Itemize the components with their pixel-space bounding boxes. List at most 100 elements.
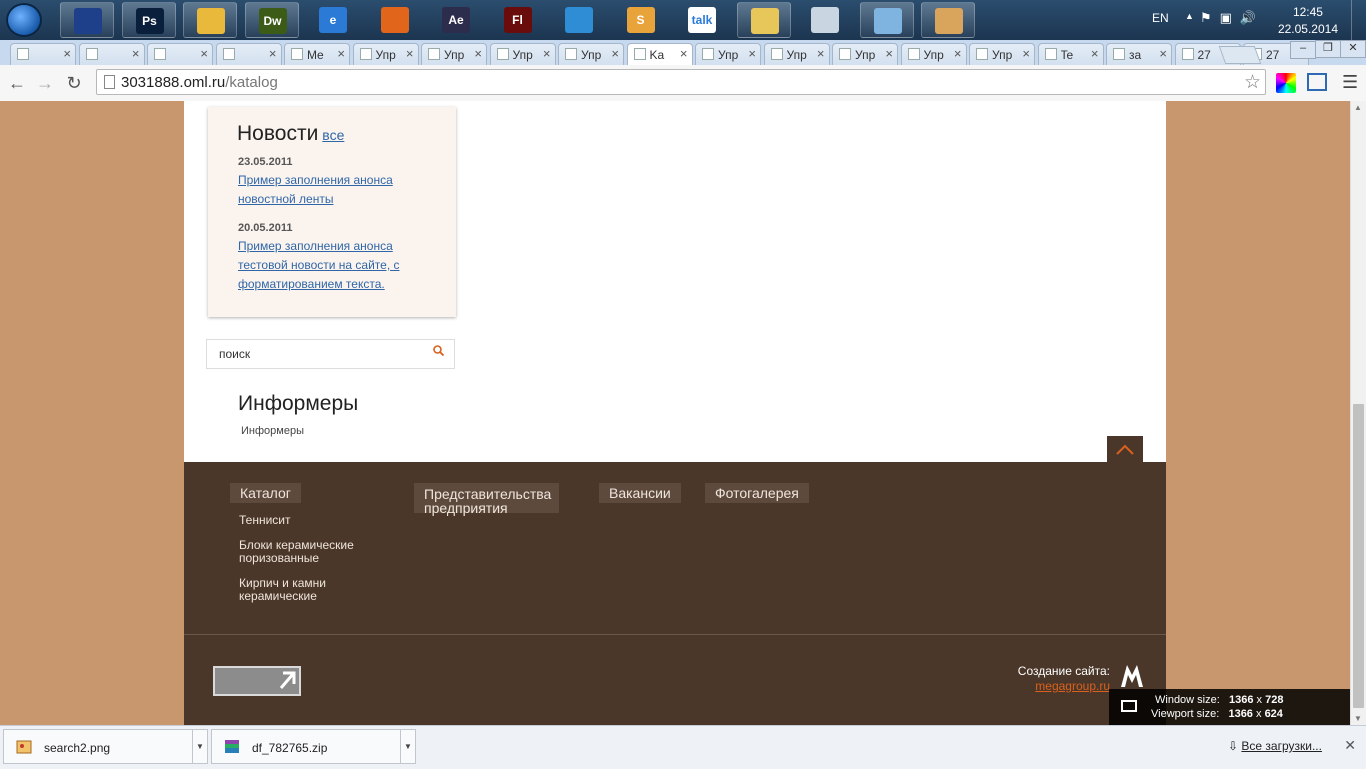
tab-close-icon[interactable]: × (817, 46, 825, 61)
talk-app[interactable]: talk (675, 2, 729, 38)
notes-app[interactable]: S (614, 2, 668, 38)
tab-close-icon[interactable]: × (132, 46, 140, 61)
footer-submenu-item[interactable]: Блоки керамические поризованные (239, 539, 389, 565)
language-indicator[interactable]: EN (1152, 11, 1169, 25)
window-size-row: Window size: 1366 x 728 (1155, 694, 1284, 706)
media-app[interactable] (552, 2, 606, 38)
url-text[interactable]: 3031888.oml.ru/katalog (121, 74, 278, 91)
tab-close-icon[interactable]: × (269, 46, 277, 61)
tab-close-icon[interactable]: × (611, 46, 619, 61)
news-link[interactable]: Пример заполнения анонса тестовой новост… (238, 237, 428, 294)
ie-app[interactable]: e (306, 2, 360, 38)
forward-arrow-icon[interactable]: → (34, 72, 56, 94)
footer-submenu-item[interactable]: Теннисит (239, 514, 389, 527)
paint-app[interactable] (921, 2, 975, 38)
tab-close-icon[interactable]: × (543, 46, 551, 61)
browser-tab[interactable]: Упр × (489, 43, 556, 65)
download-item[interactable]: df_782765.zip ▼ (211, 729, 416, 764)
all-downloads-link[interactable]: Все загрузки... (1241, 739, 1322, 753)
browser-tab[interactable]: Упр × (421, 43, 487, 65)
tab-close-icon[interactable]: × (748, 46, 756, 61)
back-arrow-icon[interactable]: ← (6, 72, 28, 94)
tab-close-icon[interactable]: × (954, 46, 962, 61)
browser-tab[interactable]: × (215, 43, 282, 65)
tab-close-icon[interactable]: × (1091, 46, 1099, 61)
browser-tab[interactable]: Упр × (558, 43, 624, 65)
browser-tab[interactable]: × (78, 43, 145, 65)
informers-title: Информеры (238, 392, 359, 415)
scrollbar-thumb[interactable] (1353, 404, 1364, 708)
tab-close-icon[interactable]: × (1022, 46, 1030, 61)
browser-tab[interactable]: Me × (284, 43, 350, 65)
tray-icons[interactable]: ⚑▣🔊 (1200, 10, 1264, 26)
tab-close-icon[interactable]: × (337, 46, 345, 61)
page-scrollbar[interactable]: ▲ ▼ (1350, 101, 1366, 725)
address-bar[interactable]: 3031888.oml.ru/katalog ☆ (96, 69, 1266, 95)
scroll-up-icon[interactable]: ▲ (1354, 103, 1362, 112)
dreamweaver-app[interactable]: Dw (244, 2, 299, 38)
all-downloads[interactable]: ⇩ Все загрузки... (1228, 739, 1322, 753)
browser-tab[interactable]: Te × (1037, 43, 1104, 65)
footer-menu-vacancies[interactable]: Вакансии (599, 483, 681, 503)
browser-tab[interactable]: × (147, 43, 213, 65)
tab-favicon-icon (976, 48, 988, 60)
tab-close-icon[interactable]: × (200, 46, 208, 61)
search-input[interactable] (217, 346, 421, 362)
tab-close-icon[interactable]: × (885, 46, 893, 61)
minimize-button[interactable]: – (1290, 41, 1316, 59)
tab-close-icon[interactable]: × (474, 46, 482, 61)
search-icon[interactable] (433, 345, 444, 356)
show-desktop-button[interactable] (1351, 0, 1366, 40)
firefox-app[interactable] (368, 2, 422, 38)
download-item[interactable]: search2.png ▼ (3, 729, 208, 764)
restore-button[interactable]: ❐ (1315, 40, 1341, 58)
creator-link[interactable]: megagroup.ru (1035, 679, 1110, 693)
start-button[interactable] (6, 3, 42, 37)
tab-close-icon[interactable]: × (1159, 46, 1167, 61)
tab-close-icon[interactable]: × (63, 46, 71, 61)
explorer-app[interactable] (736, 2, 791, 38)
footer-menu-gallery[interactable]: Фотогалерея (705, 483, 809, 503)
search-box (206, 339, 455, 369)
aftereffects-app[interactable]: Ae (429, 2, 483, 38)
footer-submenu-item[interactable]: Кирпич и камни керамические (239, 577, 389, 603)
browser-tab[interactable]: Упр × (832, 43, 898, 65)
news-link[interactable]: Пример заполнения анонса новостной ленты (238, 171, 428, 209)
chrome-app[interactable] (183, 2, 237, 38)
new-tab-button[interactable] (1218, 46, 1262, 64)
notepad-app[interactable] (859, 2, 914, 38)
browser-tab[interactable]: Ka × (626, 43, 693, 66)
close-window-button[interactable]: ✕ (1340, 40, 1366, 58)
save-app[interactable] (60, 2, 114, 38)
viewport-size-row: Viewport size: 1366 x 624 (1151, 708, 1283, 720)
download-menu-icon[interactable]: ▼ (400, 730, 415, 763)
browser-tab[interactable]: Упр × (352, 43, 419, 65)
close-downloads-icon[interactable]: ✕ (1344, 737, 1356, 754)
tab-close-icon[interactable]: × (680, 46, 688, 61)
scroll-down-icon[interactable]: ▼ (1354, 714, 1362, 723)
bookmark-star-icon[interactable]: ☆ (1244, 71, 1261, 94)
megagroup-logo-icon[interactable] (1117, 661, 1147, 691)
flash-app[interactable]: Fl (491, 2, 545, 38)
browser-tab[interactable]: Упр × (763, 43, 830, 65)
tray-expand-icon[interactable]: ▲ (1185, 11, 1194, 21)
chrome-menu-icon[interactable]: ☰ (1342, 72, 1358, 93)
footer-menu-representatives[interactable]: Представительства предприятия (414, 483, 559, 515)
color-picker-extension-icon[interactable] (1276, 73, 1296, 93)
browser-tab[interactable]: × (10, 43, 76, 65)
browser-tab[interactable]: Упр × (969, 43, 1035, 65)
reload-icon[interactable]: ↻ (63, 72, 85, 94)
browser-tab[interactable]: Упр × (900, 43, 967, 65)
calculator-app[interactable] (798, 2, 852, 38)
photoshop-app[interactable]: Ps (121, 2, 176, 38)
scroll-to-top-button[interactable] (1107, 436, 1143, 462)
counter-badge[interactable] (213, 666, 301, 696)
browser-tab[interactable]: за × (1106, 43, 1172, 65)
browser-tab[interactable]: Упр × (695, 43, 761, 65)
download-menu-icon[interactable]: ▼ (192, 730, 207, 763)
window-resizer-extension-icon[interactable] (1307, 73, 1327, 91)
news-all-link[interactable]: все (322, 127, 344, 143)
clock[interactable]: 12:45 22.05.2014 (1278, 4, 1338, 38)
footer-menu-catalog[interactable]: Каталог (230, 483, 301, 503)
tab-close-icon[interactable]: × (406, 46, 414, 61)
